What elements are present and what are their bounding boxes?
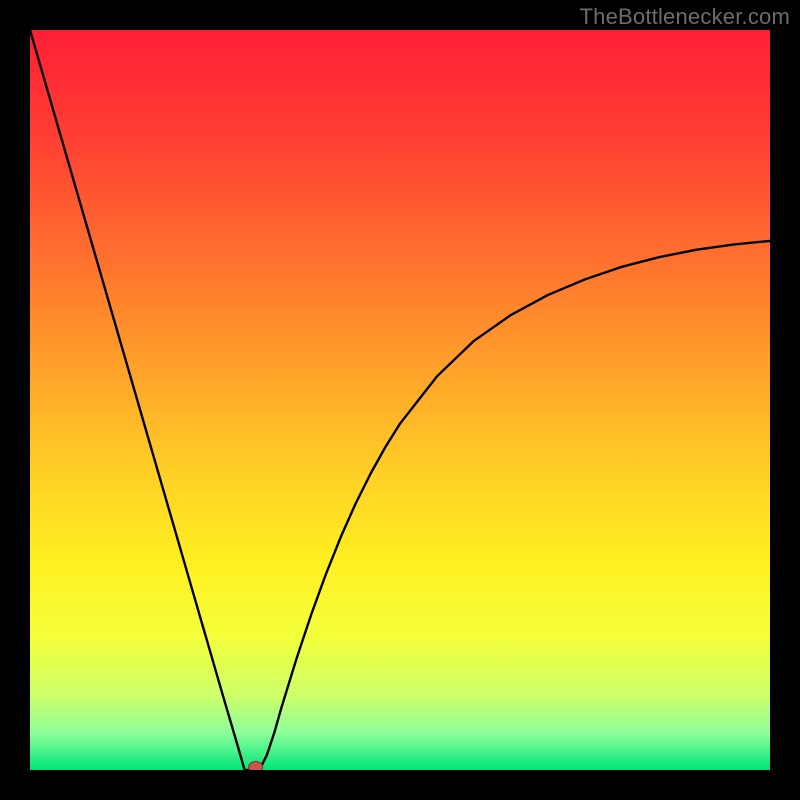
chart-frame: TheBottlenecker.com (0, 0, 800, 800)
bottleneck-curve-chart (30, 30, 770, 770)
plot-area (30, 30, 770, 770)
watermark-text: TheBottlenecker.com (580, 4, 790, 30)
gradient-background (30, 30, 770, 770)
optimal-point-marker (249, 762, 263, 770)
